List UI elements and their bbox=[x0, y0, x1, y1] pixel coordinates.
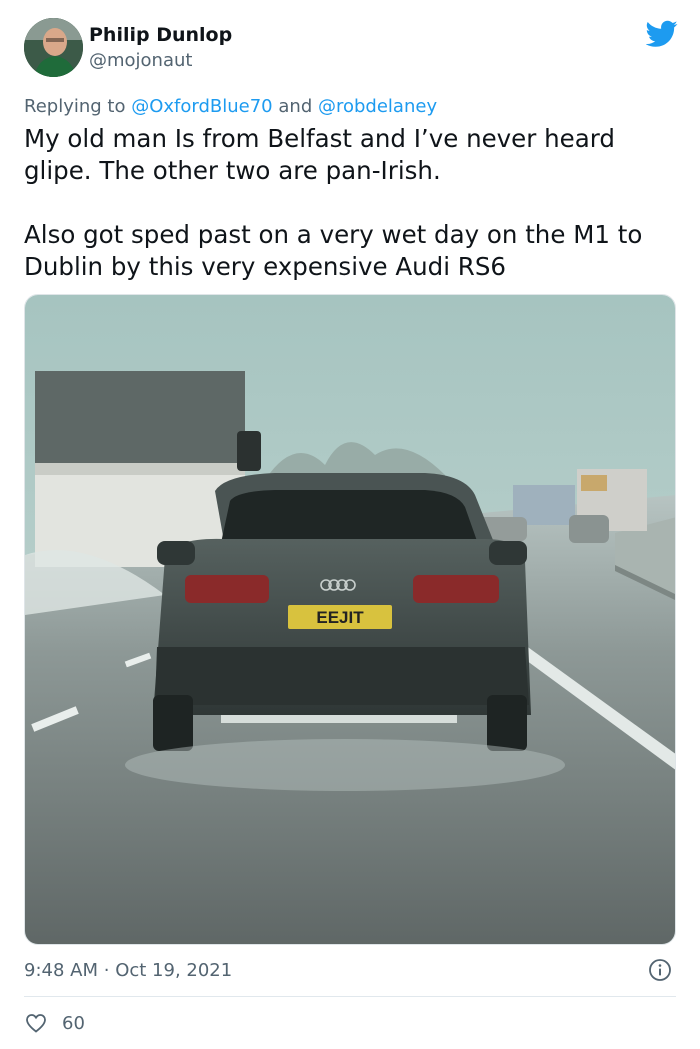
license-plate: EEJIT bbox=[316, 608, 364, 627]
author-handle[interactable]: @mojonaut bbox=[89, 48, 232, 74]
reply-joiner: and bbox=[278, 96, 313, 117]
like-button[interactable]: 60 bbox=[24, 1010, 85, 1036]
tweet-paragraph: My old man Is from Belfast and I’ve neve… bbox=[24, 124, 615, 185]
avatar[interactable] bbox=[24, 18, 83, 77]
info-icon[interactable] bbox=[648, 958, 672, 982]
tweet-paragraph: Also got sped past on a very wet day on … bbox=[24, 220, 643, 281]
like-count: 60 bbox=[62, 1012, 85, 1034]
motorway-audi-photo: EEJIT bbox=[25, 295, 675, 944]
author-display-name[interactable]: Philip Dunlop bbox=[89, 22, 232, 48]
reply-prefix: Replying to bbox=[24, 96, 126, 117]
reply-context: Replying to @OxfordBlue70 and @robdelane… bbox=[24, 94, 437, 120]
divider bbox=[24, 996, 676, 997]
heart-icon bbox=[26, 1014, 46, 1033]
tweet-time: 9:48 AM bbox=[24, 960, 98, 981]
tweet-photo[interactable]: EEJIT bbox=[24, 294, 676, 945]
timestamp-separator: · bbox=[103, 960, 110, 981]
tweet-date: Oct 19, 2021 bbox=[115, 960, 233, 981]
reply-mention-oxfordblue70[interactable]: @OxfordBlue70 bbox=[131, 96, 272, 117]
tweet-text: My old man Is from Belfast and I’ve neve… bbox=[24, 123, 676, 283]
twitter-bird-icon[interactable] bbox=[645, 20, 678, 48]
tweet-header: Philip Dunlop @mojonaut bbox=[24, 18, 680, 80]
tweet-timestamp[interactable]: 9:48 AM · Oct 19, 2021 bbox=[24, 958, 232, 984]
reply-mention-robdelaney[interactable]: @robdelaney bbox=[318, 96, 437, 117]
